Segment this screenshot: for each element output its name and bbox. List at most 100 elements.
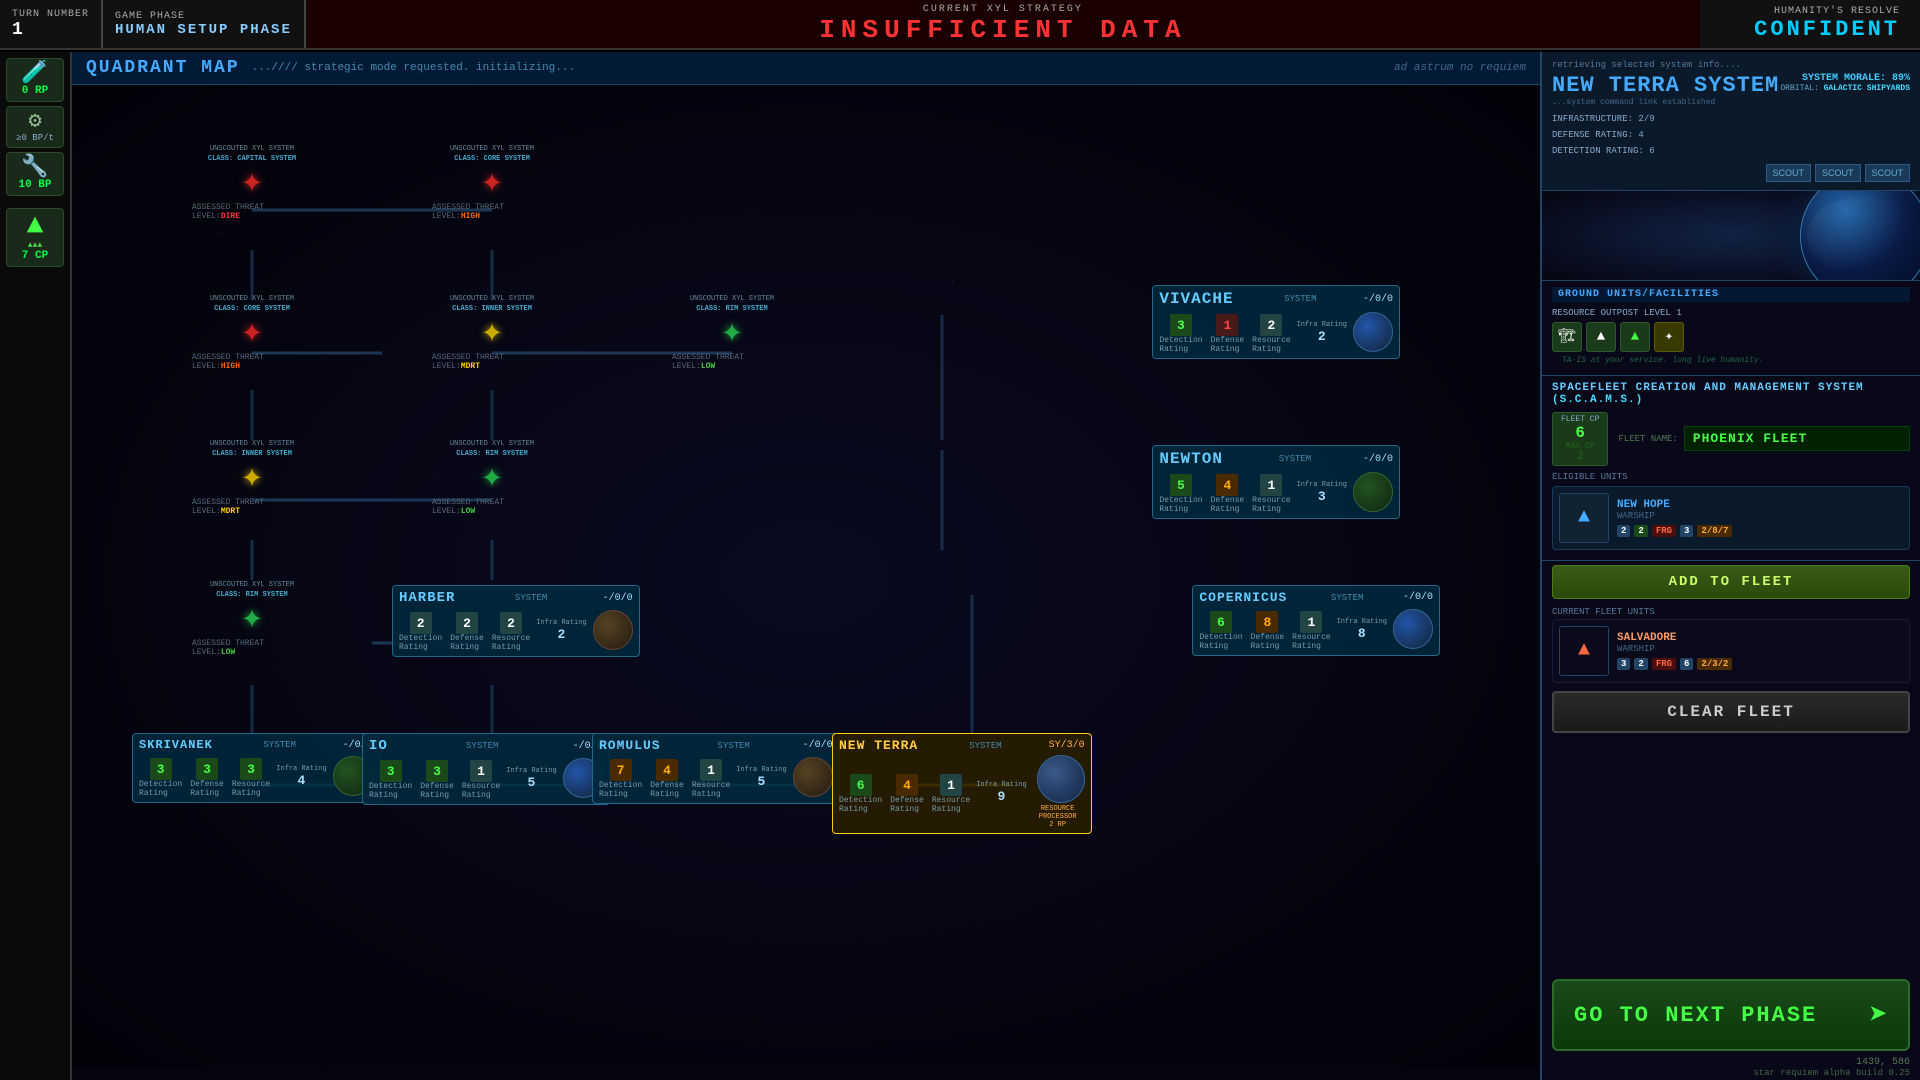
new-terra-def: 4 xyxy=(896,774,918,796)
game-phase-section: GAME PHASE HUMAN SETUP PHASE xyxy=(103,0,306,48)
threat-6: ASSESSED THREAT LEVEL:MDRT xyxy=(192,498,312,516)
strategy-value: INSUFFICIENT DATA xyxy=(819,15,1186,45)
new-hope-info: NEW HOPE WARSHIP 2 2 FRG 3 2/8/7 xyxy=(1617,499,1903,537)
scams-panel: SPACEFLEET CREATION AND MANAGEMENT SYSTE… xyxy=(1542,376,1920,561)
xyl-icon-8: ✦ xyxy=(241,601,263,637)
max-cp-label: MAX CP xyxy=(1561,442,1599,451)
romulus-name: ROMULUS xyxy=(599,738,661,753)
map-subtitle: ...//// strategic mode requested. initia… xyxy=(252,62,575,74)
ground-unit-3[interactable]: ▲ xyxy=(1620,322,1650,352)
romulus-system[interactable]: ROMULUS SYSTEM -/0/0 7DetectionRating 4D… xyxy=(592,733,840,804)
sys-info-name: NEW TERRA SYSTEM xyxy=(1552,73,1779,98)
clear-fleet-button[interactable]: CLEAR FLEET xyxy=(1552,691,1910,733)
io-system[interactable]: IO SYSTEM -/0/0 3DetectionRating 3Defens… xyxy=(362,733,610,805)
skrivanek-def: 3 xyxy=(196,758,218,780)
system-info-panel: retrieving selected system info.... NEW … xyxy=(1542,52,1920,191)
new-hope-frg-label: FRG xyxy=(1652,525,1676,537)
newton-det: 5 xyxy=(1170,474,1192,496)
xyl-icon-1: ✦ xyxy=(241,165,263,201)
add-to-fleet-button[interactable]: ADD TO FLEET xyxy=(1552,565,1910,599)
harber-planet xyxy=(593,610,633,650)
scout-button-2[interactable]: SCOUT xyxy=(1815,164,1861,182)
threat-7: ASSESSED THREAT LEVEL:LOW xyxy=(432,498,552,516)
go-to-next-phase-button[interactable]: GO TO NEXT PHASE ➤ xyxy=(1552,979,1910,1051)
new-hope-type: WARSHIP xyxy=(1617,511,1903,521)
fleet-name-input[interactable]: PHOENIX FLEET xyxy=(1684,426,1910,451)
warship-triangle-icon: ▲ xyxy=(1578,506,1590,529)
strategy-label: CURRENT XYL STRATEGY xyxy=(923,4,1083,15)
fleet-cp-box: FLEET CP 6 MAX CP 2 xyxy=(1552,412,1608,466)
romulus-planet xyxy=(793,757,833,797)
salvadore-stats: 3 2 FRG 6 2/3/2 xyxy=(1617,658,1903,670)
map-grid: UNSCOUTED XYL SYSTEMCLASS: CAPITAL SYSTE… xyxy=(72,85,1540,1069)
fleet-cp-value: 6 xyxy=(1561,424,1599,442)
triangle-icon: ▲ xyxy=(27,213,44,241)
unit-card-new-hope[interactable]: ▲ NEW HOPE WARSHIP 2 2 FRG 3 2/8/7 xyxy=(1552,486,1910,550)
unscouted-inner-1[interactable]: UNSCOUTED XYL SYSTEMCLASS: INNER SYSTEM … xyxy=(432,295,552,371)
planet-view xyxy=(1542,191,1920,281)
salvadore-info: SALVADORE WARSHIP 3 2 FRG 6 2/3/2 xyxy=(1617,632,1903,670)
newton-system[interactable]: NEWTON SYSTEM -/0/0 5DetectionRating 4De… xyxy=(1152,445,1400,519)
unscouted-rim-3[interactable]: UNSCOUTED XYL SYSTEMCLASS: RIM SYSTEM ✦ … xyxy=(192,581,312,657)
vivache-type: SYSTEM xyxy=(1284,294,1316,304)
newton-status: -/0/0 xyxy=(1363,454,1393,465)
xyl-icon-4: ✦ xyxy=(481,315,503,351)
new-terra-res: 1 xyxy=(940,774,962,796)
ground-units-label: GROUND UNITS/FACILITIES xyxy=(1552,287,1910,302)
unscouted-core-2[interactable]: UNSCOUTED XYL SYSTEMCLASS: CORE SYSTEM ✦… xyxy=(192,295,312,371)
new-terra-system[interactable]: NEW TERRA SYSTEM SY/3/0 6DetectionRating… xyxy=(832,733,1092,834)
current-fleet-label: CURRENT FLEET UNITS xyxy=(1542,603,1920,619)
vivache-det: 3 xyxy=(1170,314,1192,336)
threat-3: ASSESSED THREAT LEVEL:HIGH xyxy=(192,353,312,371)
romulus-def: 4 xyxy=(656,759,678,781)
newton-infra: 3 xyxy=(1318,489,1326,504)
salvadore-name: SALVADORE xyxy=(1617,632,1903,644)
scout-button-1[interactable]: SCOUT xyxy=(1766,164,1812,182)
vivache-system[interactable]: VIVACHE SYSTEM -/0/0 3DetectionRating 1D… xyxy=(1152,285,1400,359)
vivache-name: VIVACHE xyxy=(1159,290,1233,308)
io-res: 1 xyxy=(470,760,492,782)
ground-unit-2[interactable]: ▲ xyxy=(1586,322,1616,352)
copernicus-name: COPERNICUS xyxy=(1199,590,1287,605)
unscouted-capital[interactable]: UNSCOUTED XYL SYSTEMCLASS: CAPITAL SYSTE… xyxy=(192,145,312,221)
right-panel: retrieving selected system info.... NEW … xyxy=(1540,52,1920,1080)
io-type: SYSTEM xyxy=(466,741,498,751)
ground-unit-4[interactable]: ✦ xyxy=(1654,322,1684,352)
harber-system[interactable]: HARBER SYSTEM -/0/0 2DetectionRating 2De… xyxy=(392,585,640,657)
unscouted-rim-1[interactable]: UNSCOUTED XYL SYSTEMCLASS: RIM SYSTEM ✦ … xyxy=(672,295,792,371)
scout-button-3[interactable]: SCOUT xyxy=(1865,164,1911,182)
skrivanek-system[interactable]: SKRIVANEK SYSTEM -/0/0 3DetectionRating … xyxy=(132,733,380,803)
new-terra-status: SY/3/0 xyxy=(1049,740,1085,751)
unit-icons-row: 🏗 ▲ ▲ ✦ xyxy=(1552,322,1910,352)
flask-icon: 🧪 xyxy=(21,63,48,85)
newton-planet xyxy=(1353,472,1393,512)
newton-res: 1 xyxy=(1260,474,1282,496)
copernicus-infra: 8 xyxy=(1358,626,1366,641)
bottom-right: GO TO NEXT PHASE ➤ 1439, 586 star requie… xyxy=(1542,973,1920,1080)
skrivanek-det: 3 xyxy=(150,758,172,780)
unscouted-rim-2[interactable]: UNSCOUTED XYL SYSTEMCLASS: RIM SYSTEM ✦ … xyxy=(432,440,552,516)
copernicus-system[interactable]: COPERNICUS SYSTEM -/0/0 6DetectionRating… xyxy=(1192,585,1440,656)
vivache-def: 1 xyxy=(1216,314,1238,336)
harber-res: 2 xyxy=(500,612,522,634)
sidebar-cp: ▲ ▲▲▲ 7 CP xyxy=(6,208,64,267)
unscouted-core-1[interactable]: UNSCOUTED XYL SYSTEMCLASS: CORE SYSTEM ✦… xyxy=(432,145,552,221)
salvadore-card[interactable]: ▲ SALVADORE WARSHIP 3 2 FRG 6 2/3/2 xyxy=(1552,619,1910,683)
new-terra-infra: 9 xyxy=(998,789,1006,804)
threat-2: ASSESSED THREAT LEVEL:HIGH xyxy=(432,203,552,221)
new-terra-planet xyxy=(1037,755,1085,803)
ground-unit-1[interactable]: 🏗 xyxy=(1552,322,1582,352)
ta-text: TA-IS at your service. long live humanit… xyxy=(1552,352,1910,369)
harber-det: 2 xyxy=(410,612,432,634)
threat-5: ASSESSED THREAT LEVEL:LOW xyxy=(672,353,792,371)
copernicus-res: 1 xyxy=(1300,611,1322,633)
cp-label: ▲▲▲ xyxy=(28,241,42,250)
build-info: 1439, 586 star requiem alpha build 0.25 xyxy=(1542,1055,1920,1080)
skrivanek-type: SYSTEM xyxy=(264,740,296,750)
sidebar-bpt: ⚙ ≥0 BP/t xyxy=(6,106,64,148)
build-version: star requiem alpha build 0.25 xyxy=(1552,1068,1910,1078)
unscouted-inner-2[interactable]: UNSCOUTED XYL SYSTEMCLASS: INNER SYSTEM … xyxy=(192,440,312,516)
skrivanek-infra: 4 xyxy=(298,773,306,788)
planet-image xyxy=(1800,191,1920,281)
new-hope-icon: ▲ xyxy=(1559,493,1609,543)
